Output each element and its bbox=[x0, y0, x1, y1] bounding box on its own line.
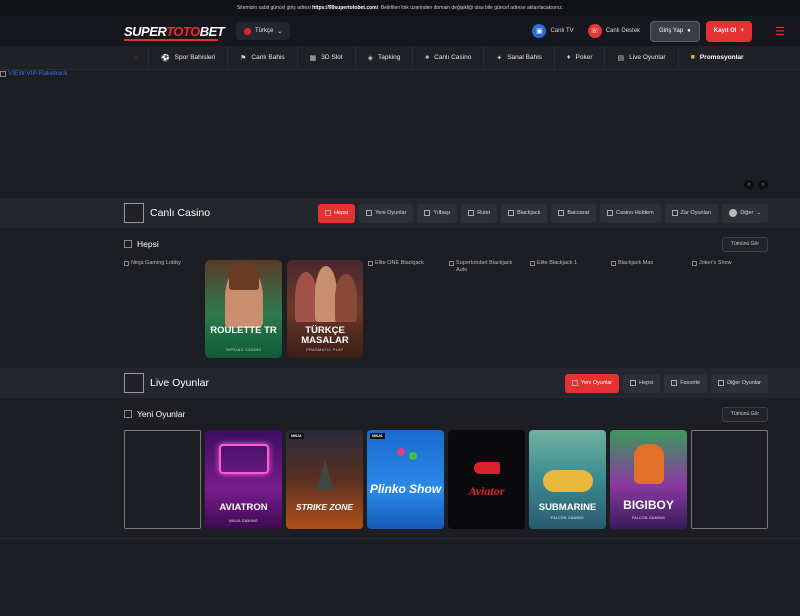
game-card-placeholder[interactable] bbox=[124, 430, 201, 529]
casino-subtitle: Hepsi bbox=[137, 239, 159, 249]
nav-item-sanal-bahis[interactable]: ✦ Sanal Bahis bbox=[484, 45, 555, 70]
game-card[interactable]: Ninja Gaming Lobby bbox=[124, 260, 181, 267]
plane-icon bbox=[219, 444, 269, 474]
casino-title: Canlı Casino bbox=[150, 207, 211, 219]
game-card-plinko-show[interactable]: NINJA Plinko Show bbox=[367, 430, 444, 529]
site-logo[interactable]: SUPERTOTOBET bbox=[124, 24, 225, 41]
notice-url[interactable]: https://99supertotobet.com/ bbox=[312, 5, 378, 11]
tab-casino-holdem[interactable]: Casino Holdem bbox=[600, 203, 661, 223]
tab-hepsi[interactable]: Hepsi bbox=[623, 373, 661, 393]
game-card[interactable]: Elite ONE Blackjack bbox=[368, 260, 424, 267]
language-selector[interactable]: Türkçe ⌄ bbox=[236, 22, 291, 40]
chevron-left-icon[interactable]: ‹ bbox=[744, 180, 754, 190]
tap-icon: ◈ bbox=[367, 54, 373, 62]
tab-zar-oyunlari[interactable]: Zar Oyunları bbox=[664, 203, 719, 223]
login-button[interactable]: Giriş Yap ● bbox=[650, 20, 700, 42]
slot-icon: ▦ bbox=[309, 54, 317, 62]
game-card-placeholder[interactable] bbox=[691, 430, 768, 529]
nav-item-spor-bahisleri[interactable]: ⚽ Spor Bahisleri bbox=[149, 45, 229, 70]
tab-yeni-oyunlar[interactable]: Yeni Oyunlar bbox=[564, 373, 620, 393]
tab-favorite[interactable]: Favorite bbox=[664, 373, 708, 393]
live-subtitle: Yeni Oyunlar bbox=[137, 409, 186, 419]
nav-item-canli-bahis[interactable]: ⚑ Canlı Bahis bbox=[228, 45, 298, 70]
game-card-roulette-tr[interactable]: ROULETTE TR TAPKING CASINO bbox=[205, 260, 282, 358]
tab-rulet[interactable]: Rulet bbox=[461, 203, 498, 223]
site-header: SUPERTOTOBET Türkçe ⌄ ▣ Canlı TV ☏ Canlı De… bbox=[0, 16, 800, 46]
tv-icon: ▣ bbox=[532, 24, 547, 38]
user-icon: ● bbox=[687, 28, 691, 34]
live-section-bar: Live Oyunlar Yeni Oyunlar Hepsi Favorite… bbox=[0, 368, 800, 398]
casino-icon bbox=[124, 203, 144, 223]
game-card[interactable]: Joker's Show bbox=[692, 260, 732, 267]
live-games-icon bbox=[124, 373, 144, 393]
virtual-icon: ✦ bbox=[496, 54, 503, 62]
game-card-aviatron[interactable]: AVIATRON NINJA GAMING bbox=[205, 430, 282, 529]
tab-blackjack[interactable]: Blackjack bbox=[501, 203, 548, 223]
nav-item-tapking[interactable]: ◈ Tapking bbox=[356, 45, 414, 70]
gift-icon: ■ bbox=[690, 54, 695, 61]
live-games-icon: ▤ bbox=[617, 54, 625, 62]
tab-baccarat[interactable]: Baccarat bbox=[551, 203, 597, 223]
nav-item-canli-casino[interactable]: ♠ Canlı Casino bbox=[413, 45, 485, 70]
game-card-turkce-masalar[interactable]: TÜRKÇE MASALAR PRAGMATIC PLAY bbox=[287, 260, 363, 358]
tab-yilbasi[interactable]: Yılbaşı bbox=[417, 203, 458, 223]
headset-icon: ☏ bbox=[587, 24, 602, 38]
live-games-cards: AVIATRON NINJA GAMING NINJA STRIKE ZONE … bbox=[0, 430, 800, 560]
ball-icon: ⚽ bbox=[160, 54, 170, 62]
register-button[interactable]: Kayıt Ol + bbox=[705, 20, 752, 42]
banner-image-alt: VIEW VIP Rakeback bbox=[0, 70, 68, 77]
submarine-icon bbox=[543, 470, 593, 492]
live-icon: ⚑ bbox=[240, 54, 247, 62]
game-card-bigiboy[interactable]: BIGIBOY FALCON GAMING bbox=[610, 430, 687, 529]
chevron-down-icon: ⌄ bbox=[277, 28, 283, 35]
live-tv-link[interactable]: ▣ Canlı TV bbox=[528, 24, 577, 38]
game-card-submarine[interactable]: SUBMARINE FALCON GAMING bbox=[529, 430, 606, 529]
live-support-link[interactable]: ☏ Canlı Destek bbox=[584, 24, 644, 38]
turkey-flag-icon bbox=[244, 27, 251, 35]
jet-icon bbox=[316, 460, 334, 490]
casino-section-bar: Canlı Casino Hepsi Yeni Oyunlar Yılbaşı … bbox=[0, 198, 800, 228]
casino-see-all-button[interactable]: Tümünü Gör bbox=[721, 236, 768, 252]
casino-cards: Ninja Gaming Lobby ROULETTE TR TAPKING C… bbox=[0, 260, 800, 368]
tab-diger-oyunlar[interactable]: Diğer Oyunlar bbox=[711, 373, 768, 393]
more-icon bbox=[729, 209, 738, 217]
cards-icon: ♠ bbox=[425, 54, 430, 61]
character-icon bbox=[634, 444, 664, 484]
main-nav: ⌂ ⚽ Spor Bahisleri ⚑ Canlı Bahis ▦ 3D Slot … bbox=[0, 45, 800, 70]
user-add-icon: + bbox=[740, 28, 744, 34]
game-card-aviator[interactable]: Aviator bbox=[448, 430, 525, 529]
chevron-down-icon: ⌄ bbox=[756, 210, 761, 216]
divider bbox=[0, 538, 800, 539]
live-see-all-button[interactable]: Tümünü Gör bbox=[721, 406, 768, 422]
chevron-right-icon[interactable]: › bbox=[758, 180, 768, 190]
tab-yeni-oyunlar[interactable]: Yeni Oyunlar bbox=[359, 203, 414, 223]
tab-hepsi[interactable]: Hepsi bbox=[318, 203, 356, 223]
domain-notice: Sitemizin sabit güncel giriş adresi http… bbox=[0, 0, 800, 16]
game-card[interactable]: Elite Blackjack 1 bbox=[530, 260, 577, 267]
promo-banner[interactable]: VIEW VIP Rakeback ‹ › bbox=[0, 70, 800, 198]
plane-icon bbox=[474, 462, 500, 474]
poker-icon: ♦ bbox=[566, 54, 571, 61]
hamburger-menu-icon[interactable]: ☰ bbox=[772, 25, 788, 38]
nav-item-3d-slot[interactable]: ▦ 3D Slot bbox=[298, 45, 356, 70]
home-icon[interactable]: ⌂ bbox=[124, 45, 149, 70]
nav-item-live-oyunlar[interactable]: ▤ Live Oyunlar bbox=[605, 45, 679, 70]
game-card[interactable]: Blackjack Max bbox=[611, 260, 653, 267]
live-title: Live Oyunlar bbox=[150, 377, 209, 389]
nav-item-poker[interactable]: ♦ Poker bbox=[555, 45, 606, 70]
game-card-strike-zone[interactable]: NINJA STRIKE ZONE bbox=[286, 430, 363, 529]
nav-item-promosyonlar[interactable]: ■ Promosyonlar bbox=[679, 46, 756, 70]
tab-diger[interactable]: Diğer ⌄ bbox=[722, 203, 768, 223]
game-card[interactable]: Supertotobet Blackjack Auto bbox=[449, 260, 519, 274]
